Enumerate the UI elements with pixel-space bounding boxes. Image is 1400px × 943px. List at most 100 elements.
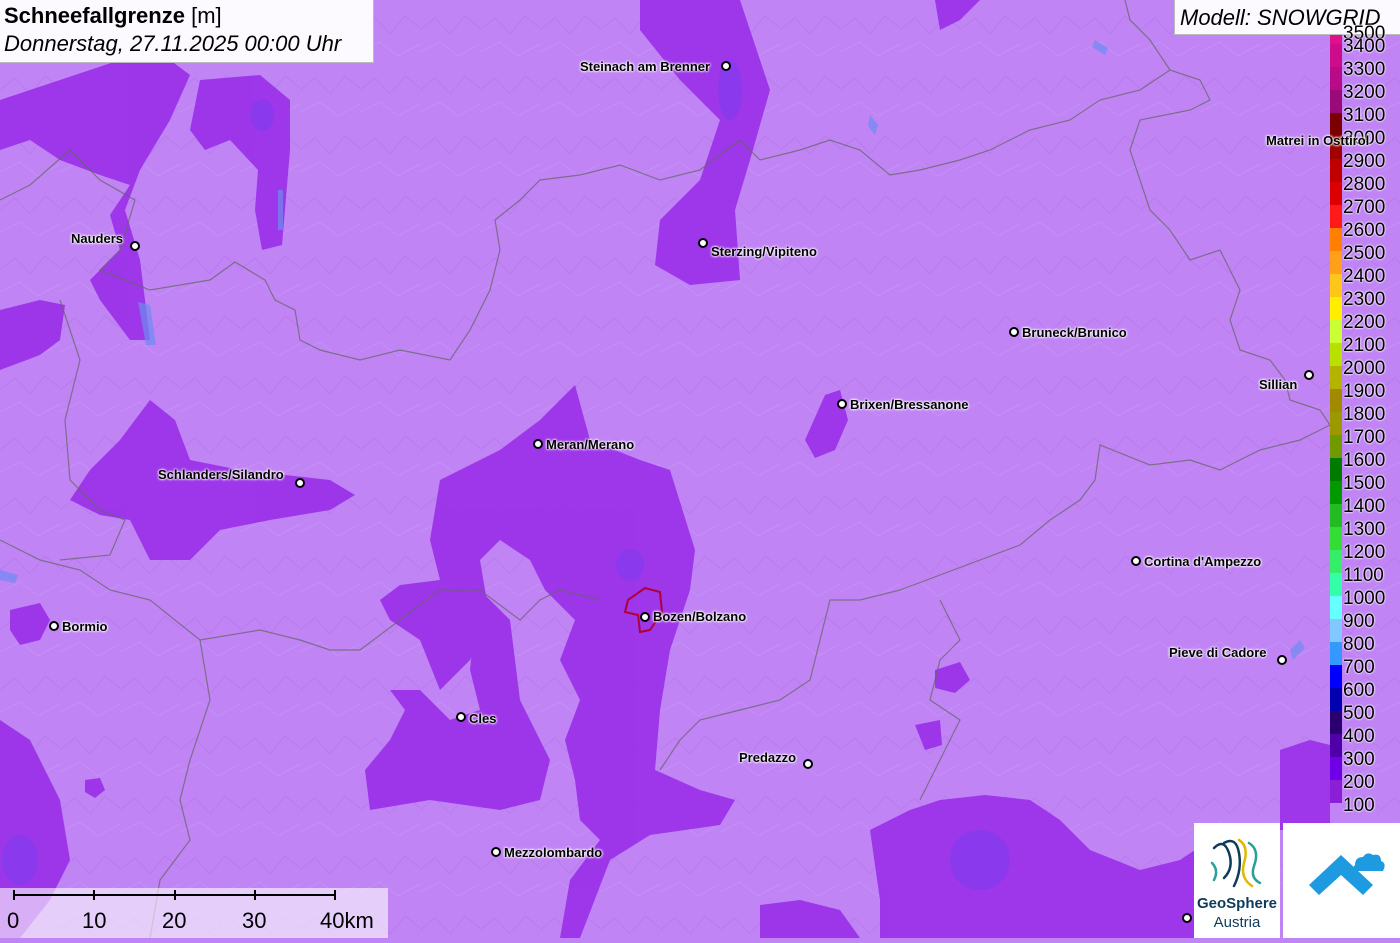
city-marker-cortina-d-ampezzo[interactable] (1131, 556, 1141, 566)
city-marker-sillian[interactable] (1304, 370, 1314, 380)
legend-swatch-2800 (1330, 182, 1342, 205)
map-title-box: Schneefallgrenze [m] Donnerstag, 27.11.2… (0, 0, 374, 63)
legend-swatch-3200 (1330, 90, 1342, 113)
legend-label-2000: 2000 (1343, 358, 1386, 379)
legend-swatch-2300 (1330, 297, 1342, 320)
city-label-schlanders-silandro[interactable]: Schlanders/Silandro (158, 467, 284, 482)
city-label-bruneck-brunico[interactable]: Bruneck/Brunico (1022, 325, 1127, 340)
legend-swatch-2000 (1330, 366, 1342, 389)
legend-swatch-1400 (1330, 504, 1342, 527)
legend-swatch-1700 (1330, 435, 1342, 458)
legend-label-2700: 2700 (1343, 197, 1386, 218)
geosphere-austria-logo[interactable]: GeoSphere Austria (1194, 823, 1280, 938)
legend-label-1700: 1700 (1343, 427, 1386, 448)
city-label-cles[interactable]: Cles (469, 711, 496, 726)
city-label-sterzing-vipiteno[interactable]: Sterzing/Vipiteno (711, 244, 817, 259)
city-label-bozen-bolzano[interactable]: Bozen/Bolzano (653, 609, 746, 624)
legend-swatch-1900 (1330, 389, 1342, 412)
legend-swatch-1000 (1330, 596, 1342, 619)
legend-label-2200: 2200 (1343, 312, 1386, 333)
city-marker-brixen-bressanone[interactable] (837, 399, 847, 409)
city-marker-nauders[interactable] (130, 241, 140, 251)
legend-label-100: 100 (1343, 795, 1375, 816)
legend-swatch-300 (1330, 757, 1342, 780)
city-marker-bruneck-brunico[interactable] (1009, 327, 1019, 337)
legend-swatch-500 (1330, 711, 1342, 734)
city-label-brixen-bressanone[interactable]: Brixen/Bressanone (850, 397, 969, 412)
city-label-nauders[interactable]: Nauders (71, 231, 123, 246)
legend-label-3400: 3400 (1343, 36, 1386, 57)
legend-label-1200: 1200 (1343, 542, 1386, 563)
map-datetime: Donnerstag, 27.11.2025 00:00 Uhr (4, 31, 342, 56)
city-marker-predazzo[interactable] (803, 759, 813, 769)
legend-label-1800: 1800 (1343, 404, 1386, 425)
legend-label-600: 600 (1343, 680, 1375, 701)
legend-swatch-2100 (1330, 343, 1342, 366)
city-label-cortina-d-ampezzo[interactable]: Cortina d'Ampezzo (1144, 554, 1261, 569)
city-marker-cles[interactable] (456, 712, 466, 722)
snow-cloud-icon (1309, 853, 1385, 895)
legend-label-1400: 1400 (1343, 496, 1386, 517)
legend-label-900: 900 (1343, 611, 1375, 632)
legend-swatch-3500 (1330, 35, 1342, 44)
legend-swatch-600 (1330, 688, 1342, 711)
city-label-sillian[interactable]: Sillian (1259, 377, 1297, 392)
legend-swatch-900 (1330, 619, 1342, 642)
scale-label-0: 0 (7, 908, 20, 933)
legend-label-300: 300 (1343, 749, 1375, 770)
city-label-mezzolombardo[interactable]: Mezzolombardo (504, 845, 602, 860)
city-marker-bozen-bolzano[interactable] (640, 612, 650, 622)
legend-label-2900: 2900 (1343, 151, 1386, 172)
city-label-bormio[interactable]: Bormio (62, 619, 108, 634)
legend-swatch-2500 (1330, 251, 1342, 274)
legend-swatch-2900 (1330, 159, 1342, 182)
legend-label-2600: 2600 (1343, 220, 1386, 241)
legend-swatch-700 (1330, 665, 1342, 688)
city-label-steinach-am-brenner[interactable]: Steinach am Brenner (580, 59, 710, 74)
city-label-predazzo[interactable]: Predazzo (739, 750, 796, 765)
legend-label-3300: 3300 (1343, 59, 1386, 80)
legend-label-1300: 1300 (1343, 519, 1386, 540)
legend-swatch-2600 (1330, 228, 1342, 251)
legend-label-800: 800 (1343, 634, 1375, 655)
legend-swatch-2400 (1330, 274, 1342, 297)
scale-label-30: 30 (242, 908, 267, 933)
city-marker-steinach-am-brenner[interactable] (721, 61, 731, 71)
legend-label-200: 200 (1343, 772, 1375, 793)
legend-swatch-1500 (1330, 481, 1342, 504)
legend-swatch-1100 (1330, 573, 1342, 596)
legend-swatch-1800 (1330, 412, 1342, 435)
legend-swatch-3400 (1330, 44, 1342, 67)
legend-label-1000: 1000 (1343, 588, 1386, 609)
city-marker-mezzolombardo[interactable] (491, 847, 501, 857)
legend-label-2300: 2300 (1343, 289, 1386, 310)
map-variable: Schneefallgrenze (4, 3, 185, 28)
city-label-meran-merano[interactable]: Meran/Merano (546, 437, 634, 452)
legend-label-500: 500 (1343, 703, 1375, 724)
map-unit: [m] (191, 3, 222, 28)
legend-label-1100: 1100 (1343, 565, 1384, 586)
legend-swatch-2700 (1330, 205, 1342, 228)
scale-label-10: 10 (82, 908, 107, 933)
city-label-pieve-di-cadore[interactable]: Pieve di Cadore (1169, 645, 1267, 660)
city-marker-schlanders-silandro[interactable] (295, 478, 305, 488)
geosphere-emblem-icon (1210, 838, 1262, 888)
legend-label-2100: 2100 (1343, 335, 1386, 356)
geosphere-name: GeoSphere (1196, 895, 1278, 912)
snowgrid-app-logo[interactable] (1283, 823, 1400, 938)
legend-label-3100: 3100 (1343, 105, 1386, 126)
scale-label-40km: 40km (320, 908, 374, 933)
city-marker-pieve-di-cadore[interactable] (1277, 655, 1287, 665)
legend-swatch-400 (1330, 734, 1342, 757)
city-marker-sterzing-vipiteno[interactable] (698, 238, 708, 248)
city-label-matrei-in-osttirol[interactable]: Matrei in Osttirol (1266, 133, 1369, 148)
color-legend: 3500 3400 3300 3200 3100 3000 2900 2800 2700 2600… (1328, 24, 1400, 826)
city-marker-meran-merano[interactable] (533, 439, 543, 449)
city-marker-bormio[interactable] (49, 621, 59, 631)
legend-label-2400: 2400 (1343, 266, 1386, 287)
city-marker-unlabeled[interactable] (1182, 913, 1192, 923)
legend-swatch-1600 (1330, 458, 1342, 481)
legend-swatch-3300 (1330, 67, 1342, 90)
legend-swatch-800 (1330, 642, 1342, 665)
legend-swatch-1300 (1330, 527, 1342, 550)
